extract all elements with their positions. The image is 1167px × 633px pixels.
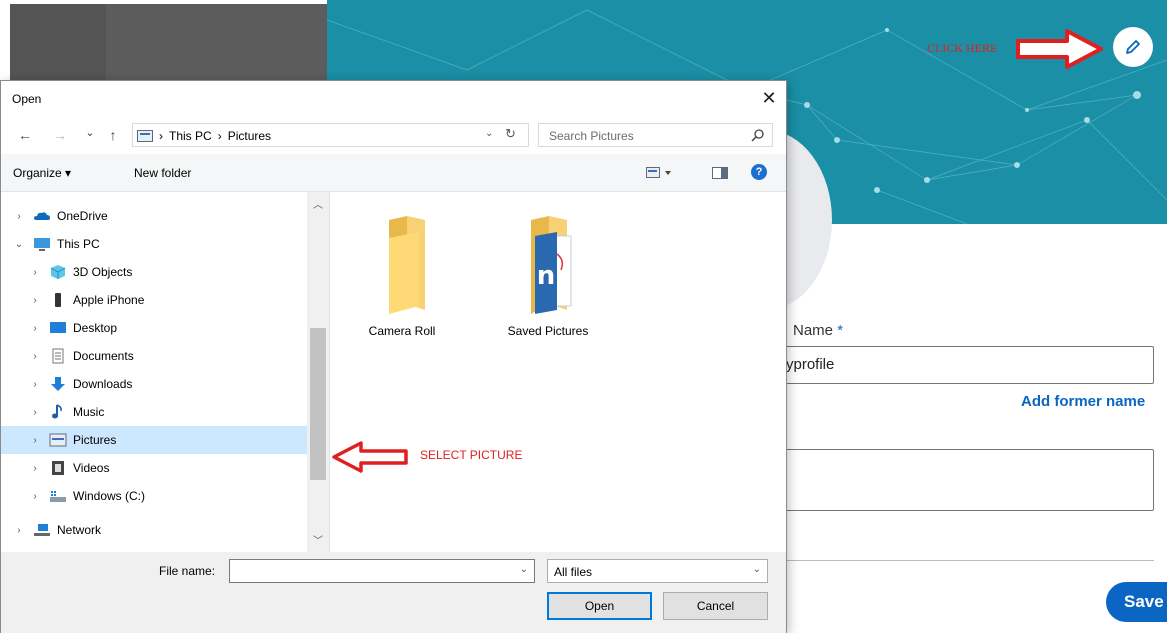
pictures-folder-icon (137, 130, 153, 142)
scroll-thumb[interactable] (310, 328, 326, 480)
open-button[interactable]: Open (547, 592, 652, 620)
computer-icon (34, 238, 50, 251)
3d-objects-icon (50, 265, 66, 279)
screen: CLICK HERE Name * yprofile Add former na… (0, 0, 1167, 633)
pencil-icon (1126, 40, 1140, 54)
file-item-saved-pictures[interactable]: n Saved Pictures (493, 214, 603, 338)
breadcrumb-separator: › (159, 129, 163, 143)
dialog-titlebar: Open ✕ (1, 81, 786, 118)
cancel-button[interactable]: Cancel (663, 592, 768, 620)
save-button[interactable]: Save (1106, 582, 1167, 622)
folder-with-document-icon: n (531, 216, 572, 314)
scroll-up-icon[interactable]: ︿ (307, 196, 329, 211)
open-file-dialog: Open ✕ ← → ⌄ ↑ › This PC › Pictures ⌄ ↻ … (0, 80, 787, 633)
chevron-down-icon[interactable]: ⌄ (520, 564, 528, 575)
breadcrumb-pictures[interactable]: Pictures (228, 129, 271, 143)
chevron-right-icon[interactable]: › (29, 379, 41, 390)
preview-pane-icon[interactable] (712, 167, 728, 179)
chevron-right-icon[interactable]: › (29, 267, 41, 278)
downloads-icon (51, 377, 65, 391)
refresh-icon[interactable]: ↻ (505, 126, 516, 142)
edit-banner-button[interactable] (1113, 27, 1153, 67)
chevron-down-icon[interactable]: ⌄ (753, 564, 761, 575)
up-arrow-icon[interactable]: ↑ (104, 127, 122, 143)
documents-icon (52, 348, 64, 364)
chevron-right-icon[interactable]: › (29, 407, 41, 418)
headline-input[interactable] (760, 449, 1154, 511)
tree-item-network[interactable]: › Network (1, 516, 307, 544)
view-options-icon[interactable] (646, 167, 674, 179)
search-icon (751, 129, 764, 142)
onedrive-icon (34, 212, 50, 220)
address-bar[interactable]: › This PC › Pictures ⌄ ↻ (132, 123, 529, 147)
click-here-annotation: CLICK HERE (927, 41, 998, 55)
chevron-right-icon[interactable]: › (13, 211, 25, 222)
phone-icon (55, 293, 61, 307)
videos-icon (52, 461, 64, 475)
tree-item-downloads[interactable]: › Downloads (1, 370, 307, 398)
tree-item-apple-iphone[interactable]: › Apple iPhone (1, 286, 307, 314)
breadcrumb-separator: › (217, 129, 222, 143)
folder-icon (389, 216, 425, 314)
dialog-toolbar: Organize ▾ New folder ? (1, 154, 786, 192)
help-icon[interactable]: ? (751, 164, 767, 180)
red-arrow-left-icon (332, 441, 408, 473)
back-arrow-icon[interactable]: ← (16, 127, 34, 143)
name-input[interactable]: yprofile (760, 346, 1154, 384)
file-name-input[interactable]: ⌄ (229, 559, 535, 583)
file-label: Camera Roll (368, 324, 436, 338)
file-item-camera-roll[interactable]: Camera Roll (347, 214, 457, 338)
new-folder-button[interactable]: New folder (134, 166, 191, 180)
recent-locations-icon[interactable]: ⌄ (81, 126, 99, 139)
pictures-icon (49, 433, 67, 447)
network-icon (34, 524, 50, 536)
chevron-right-icon[interactable]: › (29, 463, 41, 474)
address-dropdown-icon[interactable]: ⌄ (485, 128, 493, 139)
file-label: Saved Pictures (507, 324, 589, 338)
tree-item-windows-c[interactable]: › Windows (C:) (1, 482, 307, 510)
search-input[interactable]: Search Pictures (538, 123, 773, 147)
chevron-right-icon[interactable]: › (29, 435, 41, 446)
file-name-label: File name: (159, 564, 216, 578)
chevron-right-icon[interactable]: › (29, 295, 41, 306)
breadcrumb-this-pc[interactable]: This PC (169, 129, 212, 143)
dialog-title: Open (12, 92, 42, 106)
chevron-right-icon[interactable]: › (29, 351, 41, 362)
navigation-pane: › OneDrive ⌄ This PC › 3D Objects › Appl… (1, 192, 329, 552)
file-list: Camera Roll n Saved Pictures (330, 192, 786, 552)
tree-item-onedrive[interactable]: › OneDrive (1, 202, 307, 230)
tree-item-this-pc[interactable]: ⌄ This PC (1, 230, 307, 258)
dark-header-block (10, 4, 327, 82)
add-former-name-link[interactable]: Add former name (1021, 393, 1145, 410)
tree-item-3d-objects[interactable]: › 3D Objects (1, 258, 307, 286)
close-icon[interactable]: ✕ (758, 87, 780, 109)
field-divider (760, 560, 1154, 561)
tree-item-music[interactable]: › Music (1, 398, 307, 426)
navpane-scrollbar[interactable]: ︿ ﹀ (307, 192, 329, 552)
music-icon (52, 404, 62, 419)
chevron-down-icon[interactable]: ⌄ (13, 239, 25, 250)
name-field-label: Name * (793, 322, 844, 339)
tree-item-videos[interactable]: › Videos (1, 454, 307, 482)
chevron-right-icon[interactable]: › (29, 491, 41, 502)
desktop-icon (50, 322, 66, 333)
tree-item-pictures[interactable]: › Pictures (1, 426, 307, 454)
chevron-right-icon[interactable]: › (29, 323, 41, 334)
red-arrow-right-icon (1016, 29, 1103, 69)
address-bar-row: ← → ⌄ ↑ › This PC › Pictures ⌄ ↻ Search … (1, 118, 786, 154)
select-picture-annotation: SELECT PICTURE (420, 448, 523, 462)
svg-text:n: n (537, 261, 556, 291)
scroll-down-icon[interactable]: ﹀ (307, 532, 329, 547)
tree-item-documents[interactable]: › Documents (1, 342, 307, 370)
forward-arrow-icon[interactable]: → (51, 127, 69, 143)
chevron-right-icon[interactable]: › (13, 525, 25, 536)
file-type-select[interactable]: All files ⌄ (547, 559, 768, 583)
drive-icon (50, 491, 66, 502)
dialog-footer: File name: ⌄ All files ⌄ Open Cancel (1, 552, 786, 633)
tree-item-desktop[interactable]: › Desktop (1, 314, 307, 342)
organize-menu[interactable]: Organize ▾ (13, 166, 71, 180)
